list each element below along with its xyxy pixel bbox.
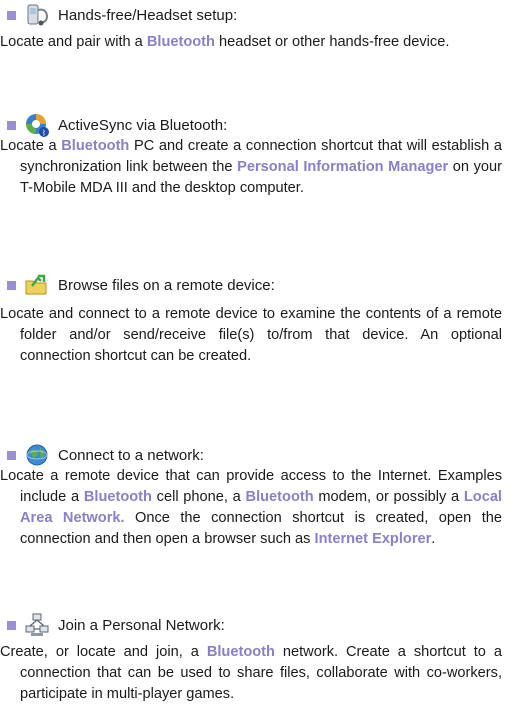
- body-text: cell phone, a: [151, 489, 246, 505]
- body-text: Locate and pair with a: [0, 34, 147, 50]
- section-body: Create, or locate and join, a Bluetooth …: [0, 642, 502, 705]
- section-header: Connect to a network:: [0, 442, 510, 468]
- section-title: Join a Personal Network:: [58, 617, 225, 634]
- section-body: Locate and pair with a Bluetooth headset…: [0, 32, 502, 53]
- keyword-term: Bluetooth: [61, 138, 130, 154]
- bullet-icon: [7, 281, 16, 290]
- body-text: Create, or locate and join, a: [0, 644, 207, 660]
- keyword-term: Bluetooth: [83, 489, 152, 505]
- section-header: ᛒ ActiveSync via Bluetooth:: [0, 112, 510, 138]
- section-header: Browse files on a remote device:: [0, 272, 510, 298]
- body-text: headset or other hands-free device.: [214, 34, 450, 50]
- section-activesync: ᛒ ActiveSync via Bluetooth: Locate a Blu…: [0, 112, 510, 199]
- network-icon: [25, 613, 49, 636]
- section-connect-network: Connect to a network: Locate a remote de…: [0, 442, 510, 550]
- bullet-icon: [7, 621, 16, 630]
- section-body: Locate a Bluetooth PC and create a conne…: [0, 136, 502, 199]
- bullet-icon: [7, 121, 16, 130]
- activesync-icon: ᛒ: [26, 114, 49, 137]
- section-title: ActiveSync via Bluetooth:: [58, 117, 228, 134]
- keyword-term: Bluetooth: [245, 489, 314, 505]
- svg-text:ᛒ: ᛒ: [42, 129, 46, 137]
- section-title: Browse files on a remote device:: [58, 277, 275, 294]
- body-text: modem, or possibly a: [313, 489, 464, 505]
- keyword-term: Internet Explorer: [314, 531, 432, 547]
- section-header: Join a Personal Network:: [0, 612, 510, 638]
- section-title: Hands-free/Headset setup:: [58, 7, 238, 24]
- section-body: Locate a remote device that can provide …: [0, 466, 502, 550]
- globe-icon: [26, 444, 48, 466]
- keyword-term: Bluetooth: [206, 644, 275, 660]
- keyword-term: Bluetooth: [146, 34, 215, 50]
- bullet-icon: [7, 451, 16, 460]
- headset-icon: [27, 4, 49, 26]
- keyword-term: Personal Information Manager: [237, 159, 449, 175]
- section-headset: Hands-free/Headset setup: Locate and pai…: [0, 2, 510, 53]
- bullet-icon: [7, 11, 16, 20]
- section-browse-files: Browse files on a remote device: Locate …: [0, 272, 510, 367]
- section-title: Connect to a network:: [58, 447, 204, 464]
- body-text: Locate a: [0, 138, 62, 154]
- body-text: .: [431, 531, 436, 547]
- section-personal-network: Join a Personal Network: Create, or loca…: [0, 612, 510, 705]
- body-text: Locate and connect to a remote device to…: [0, 306, 502, 364]
- section-body: Locate and connect to a remote device to…: [0, 304, 502, 367]
- section-header: Hands-free/Headset setup:: [0, 2, 510, 28]
- folder-icon: [25, 274, 47, 295]
